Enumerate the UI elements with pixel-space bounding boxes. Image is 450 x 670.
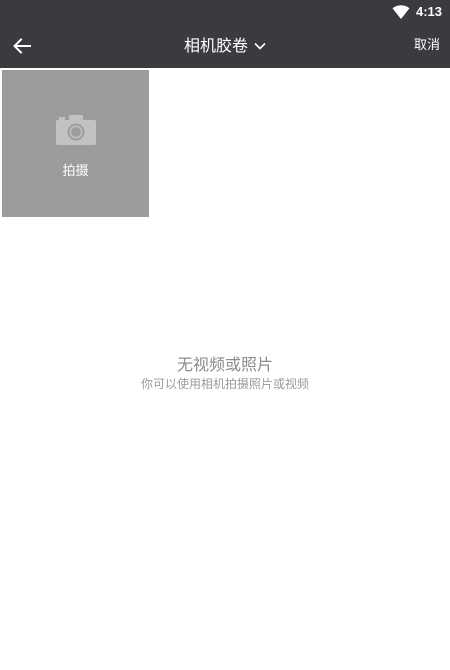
chevron-down-icon <box>254 42 266 50</box>
status-time: 4:13 <box>415 4 442 19</box>
wifi-icon <box>392 5 410 19</box>
album-title: 相机胶卷 <box>183 36 248 55</box>
status-bar: 4:13 <box>0 0 450 24</box>
cancel-button[interactable]: 取消 <box>414 24 440 68</box>
capture-tile[interactable]: 拍摄 <box>2 70 149 217</box>
back-button[interactable] <box>8 32 36 60</box>
empty-state-title: 无视频或照片 <box>176 355 273 374</box>
toolbar: 相机胶卷 取消 <box>0 24 450 68</box>
camera-icon <box>56 115 96 145</box>
arrow-left-icon <box>13 38 31 54</box>
album-picker[interactable]: 相机胶卷 <box>155 24 295 68</box>
empty-state-subtitle: 你可以使用相机拍摄照片或视频 <box>140 377 309 391</box>
capture-label: 拍摄 <box>62 164 89 179</box>
